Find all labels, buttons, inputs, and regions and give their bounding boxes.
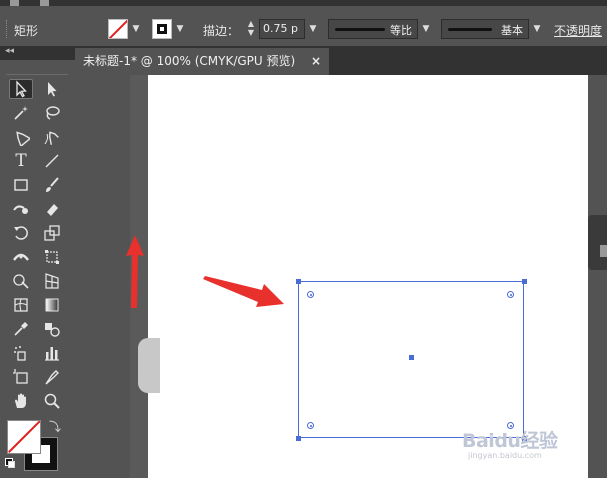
watermark: Baidu经验 jingyan.baidu.com bbox=[462, 424, 607, 464]
pen-tool-icon[interactable] bbox=[9, 127, 33, 147]
rectangle-tool-icon[interactable] bbox=[9, 175, 33, 195]
stroke-color-swatch[interactable] bbox=[152, 19, 172, 39]
shape-builder-tool-icon[interactable] bbox=[9, 271, 33, 291]
bounding-handle-top-left[interactable] bbox=[296, 279, 301, 284]
document-tab-title: 未标题-1* @ 100% (CMYK/GPU 预览) bbox=[83, 54, 296, 68]
free-transform-tool-icon[interactable] bbox=[40, 247, 64, 267]
width-tool-icon[interactable] bbox=[9, 247, 33, 267]
control-bar-grip[interactable] bbox=[6, 20, 9, 38]
corner-radius-widget[interactable] bbox=[307, 291, 314, 298]
canvas-left-margin bbox=[130, 75, 148, 478]
eraser-tool-icon[interactable] bbox=[40, 199, 64, 219]
profile-chevron-down-icon[interactable]: ▼ bbox=[419, 19, 433, 39]
close-icon[interactable]: × bbox=[311, 48, 321, 75]
eyedropper-tool-icon[interactable] bbox=[9, 319, 33, 339]
current-tool-label: 矩形 bbox=[14, 24, 39, 38]
brush-line-icon bbox=[448, 28, 492, 31]
lasso-tool-icon[interactable] bbox=[40, 103, 64, 123]
canvas-edge-shape bbox=[138, 338, 160, 393]
magic-wand-tool-icon[interactable] bbox=[9, 103, 33, 123]
collapse-panel-icon[interactable]: ◂◂ bbox=[5, 46, 14, 56]
tools-divider bbox=[6, 74, 68, 75]
hand-tool-icon[interactable] bbox=[9, 391, 33, 411]
tools-panel: T ⤵ bbox=[0, 60, 75, 478]
stroke-width-input[interactable]: 0.75 p bbox=[259, 19, 305, 39]
direct-selection-tool-icon[interactable] bbox=[40, 79, 64, 99]
control-bar: 矩形 ▼ ▼ 描边： ▲ ▼ 0.75 p ▼ 等比 ▼ 基本 ▼ 不透明度 bbox=[0, 6, 607, 47]
selection-tool-icon[interactable] bbox=[9, 79, 33, 99]
corner-radius-widget[interactable] bbox=[507, 291, 514, 298]
document-tab[interactable]: 未标题-1* @ 100% (CMYK/GPU 预览) × bbox=[75, 48, 329, 75]
gradient-tool-icon[interactable] bbox=[40, 295, 64, 315]
panel-tab-icon[interactable] bbox=[600, 245, 607, 257]
artboard-tool-icon[interactable] bbox=[9, 367, 33, 387]
watermark-logo: Baidu经验 bbox=[462, 430, 558, 452]
shape-center-point[interactable] bbox=[409, 355, 414, 360]
zoom-tool-icon[interactable] bbox=[40, 391, 64, 411]
bounding-handle-top-right[interactable] bbox=[522, 279, 527, 284]
stroke-square-icon bbox=[157, 24, 167, 34]
default-colors-icon[interactable] bbox=[5, 458, 15, 468]
swap-fill-stroke-icon[interactable]: ⤵ bbox=[49, 418, 61, 435]
document-tab-bar: 未标题-1* @ 100% (CMYK/GPU 预览) × bbox=[75, 46, 607, 75]
slice-tool-icon[interactable] bbox=[40, 367, 64, 387]
stroke-width-chevron-down-icon[interactable]: ▼ bbox=[306, 19, 320, 39]
blend-tool-icon[interactable] bbox=[40, 319, 64, 339]
line-segment-tool-icon[interactable] bbox=[40, 151, 64, 171]
collapsed-panel-dock[interactable] bbox=[588, 215, 607, 270]
scale-tool-icon[interactable] bbox=[40, 223, 64, 243]
brush-label: 基本 bbox=[501, 24, 523, 37]
rotate-tool-icon[interactable] bbox=[9, 223, 33, 243]
symbol-sprayer-tool-icon[interactable] bbox=[9, 343, 33, 363]
shaper-tool-icon[interactable] bbox=[9, 199, 33, 219]
fill-color-swatch[interactable] bbox=[108, 19, 128, 39]
variable-width-profile-select[interactable]: 等比 bbox=[328, 19, 418, 39]
type-tool-icon[interactable]: T bbox=[9, 151, 33, 171]
profile-line-icon bbox=[335, 28, 385, 31]
watermark-url: jingyan.baidu.com bbox=[468, 451, 542, 460]
stroke-width-spinner-icon[interactable]: ▲ ▼ bbox=[244, 19, 258, 39]
stroke-label[interactable]: 描边： bbox=[203, 22, 239, 42]
profile-label: 等比 bbox=[390, 24, 412, 37]
fill-color-box[interactable] bbox=[7, 420, 41, 454]
stroke-chevron-down-icon[interactable]: ▼ bbox=[173, 19, 187, 39]
corner-radius-widget[interactable] bbox=[307, 422, 314, 429]
curvature-tool-icon[interactable] bbox=[40, 127, 64, 147]
paintbrush-tool-icon[interactable] bbox=[40, 175, 64, 195]
opacity-label[interactable]: 不透明度 bbox=[554, 22, 602, 42]
brush-definition-select[interactable]: 基本 bbox=[441, 19, 529, 39]
bounding-handle-bottom-left[interactable] bbox=[296, 436, 301, 441]
tools-panel-header[interactable]: ◂◂ bbox=[0, 46, 75, 60]
mesh-tool-icon[interactable] bbox=[9, 295, 33, 315]
brush-chevron-down-icon[interactable]: ▼ bbox=[530, 19, 544, 39]
column-graph-tool-icon[interactable] bbox=[40, 343, 64, 363]
fill-chevron-down-icon[interactable]: ▼ bbox=[129, 19, 143, 39]
perspective-grid-tool-icon[interactable] bbox=[40, 271, 64, 291]
